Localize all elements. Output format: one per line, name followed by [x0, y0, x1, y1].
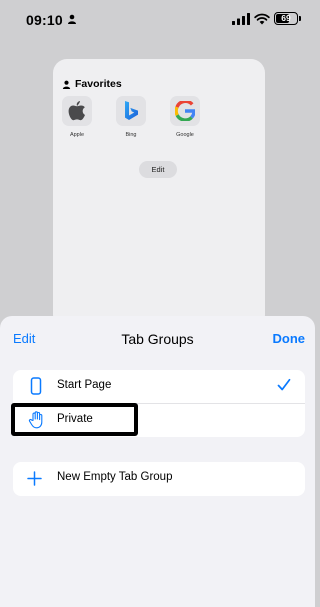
phone-icon: [30, 377, 42, 395]
favorite-label: Apple: [69, 132, 85, 138]
person-icon: [68, 14, 76, 24]
favorite-google[interactable]: Google: [165, 96, 205, 138]
favorite-bing[interactable]: Bing: [111, 96, 151, 138]
cellular-signal-icon: [232, 13, 250, 25]
bing-logo-icon: [125, 101, 138, 120]
tab-groups-sheet: Edit Tab Groups Done Start Page Private …: [0, 316, 315, 607]
highlight-box: [11, 403, 138, 436]
favorites-title: Favorites: [75, 78, 122, 90]
status-time: 09:10: [26, 12, 63, 28]
favorite-tile: [62, 96, 92, 126]
favorites-edit-button[interactable]: Edit: [139, 161, 177, 178]
tab-group-start-page[interactable]: Start Page: [13, 370, 305, 404]
battery-terminal: [299, 16, 301, 21]
done-button[interactable]: Done: [273, 331, 306, 346]
google-logo-icon: [175, 101, 195, 121]
plus-icon: [27, 471, 42, 486]
status-bar: 09:10 69: [0, 0, 315, 40]
tab-preview-card[interactable]: Favorites Apple Bing Google Edit: [53, 59, 265, 329]
sheet-title: Tab Groups: [121, 331, 194, 347]
favorite-apple[interactable]: Apple: [57, 96, 97, 138]
apple-logo-icon: [68, 101, 85, 121]
favorite-tile: [116, 96, 146, 126]
favorite-label: Google: [176, 132, 194, 138]
person-icon: [62, 80, 71, 89]
wifi-icon: [254, 13, 270, 25]
battery-percentage: 69: [281, 13, 291, 23]
favorites-header: Favorites: [62, 78, 122, 90]
tab-group-label: Start Page: [57, 379, 112, 391]
new-empty-tab-group-button[interactable]: New Empty Tab Group: [13, 462, 305, 496]
battery-icon: 69: [274, 12, 298, 25]
favorite-tile: [170, 96, 200, 126]
checkmark-icon: [277, 378, 291, 391]
favorite-label: Bing: [125, 132, 137, 138]
new-group-label: New Empty Tab Group: [57, 471, 173, 483]
